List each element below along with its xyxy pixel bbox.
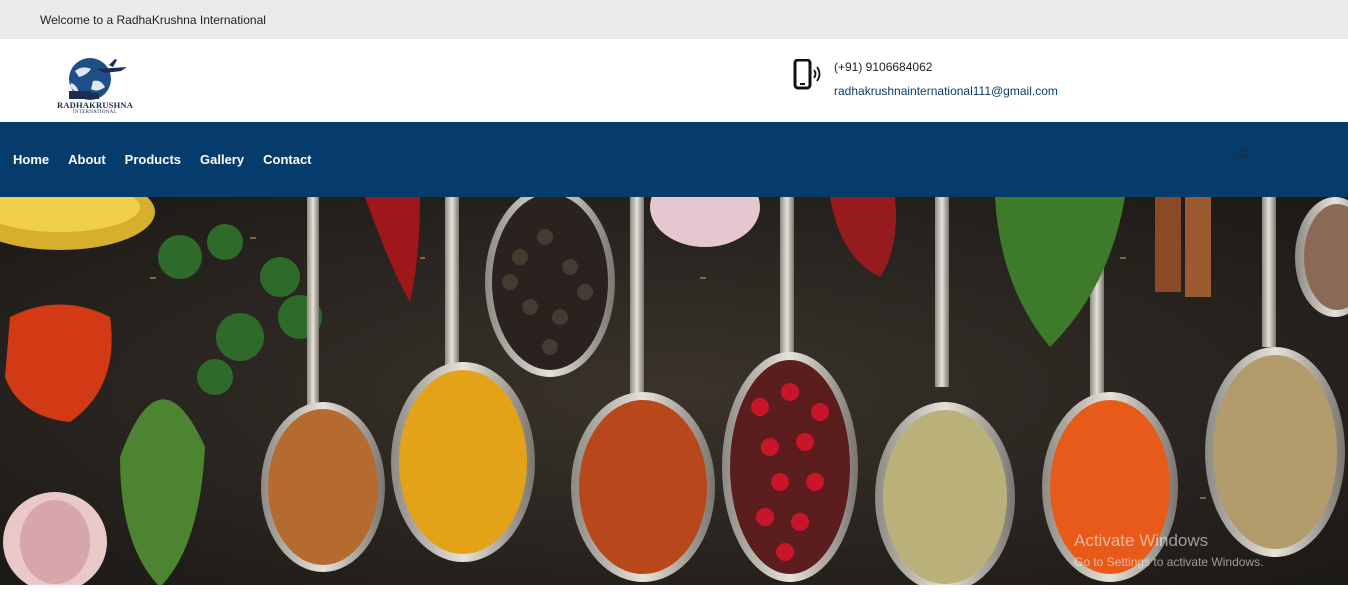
email-link[interactable]: radhakrushnainternational111@gmail.com bbox=[834, 84, 1058, 98]
nav-item-contact[interactable]: Contact bbox=[263, 152, 311, 167]
spices-hero-image bbox=[0, 197, 1348, 585]
nav-menu: Home About Products Gallery Contact bbox=[0, 122, 318, 197]
site-header: RADHAKRUSHNA INTERNATIONAL (+91) 9106684… bbox=[0, 39, 1348, 122]
globe-icon bbox=[69, 58, 127, 100]
logo-wordmark: RADHAKRUSHNA bbox=[57, 100, 134, 110]
logo-subtitle: INTERNATIONAL bbox=[73, 110, 117, 115]
nav-item-products[interactable]: Products bbox=[125, 152, 181, 167]
contact-info: (+91) 9106684062 radhakrushnainternation… bbox=[792, 59, 1092, 99]
search-icon[interactable] bbox=[1237, 148, 1249, 160]
main-nav: Home About Products Gallery Contact bbox=[0, 122, 1348, 197]
hero-banner bbox=[0, 197, 1348, 585]
watermark-line2: Go to Settings to activate Windows. bbox=[1074, 555, 1264, 569]
nav-item-home[interactable]: Home bbox=[13, 152, 49, 167]
watermark-line1: Activate Windows bbox=[1074, 531, 1209, 550]
phone-number[interactable]: (+91) 9106684062 bbox=[834, 60, 932, 74]
nav-item-gallery[interactable]: Gallery bbox=[200, 152, 244, 167]
welcome-text: Welcome to a RadhaKrushna International bbox=[40, 12, 266, 27]
nav-item-about[interactable]: About bbox=[68, 152, 106, 167]
site-logo[interactable]: RADHAKRUSHNA INTERNATIONAL bbox=[57, 55, 133, 119]
phone-icon bbox=[793, 59, 821, 90]
top-bar: Welcome to a RadhaKrushna International bbox=[0, 0, 1348, 39]
windows-activation-watermark: Activate Windows Go to Settings to activ… bbox=[1074, 531, 1263, 569]
